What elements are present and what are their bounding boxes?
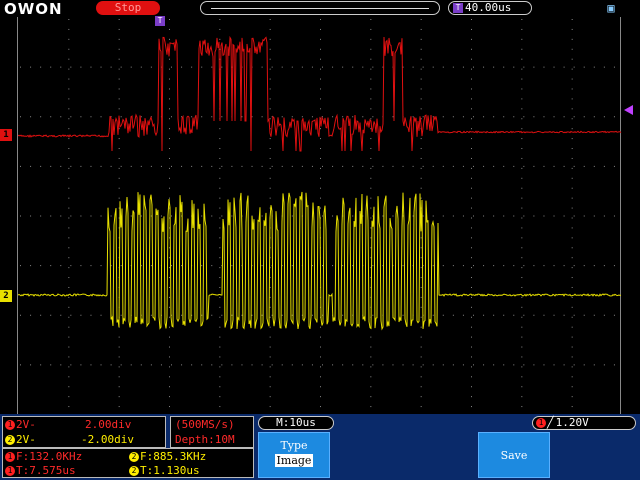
memory-depth: Depth:10M bbox=[175, 433, 235, 446]
trigger-settings[interactable]: 1 ╱ 1.20V bbox=[532, 416, 636, 430]
trigger-position-value: 40.00us bbox=[465, 1, 512, 14]
ch1-scale: 2.00div bbox=[85, 418, 132, 431]
trigger-level-value: 1.20V bbox=[555, 416, 589, 429]
ch2-scale: -2.00div bbox=[81, 433, 134, 446]
type-title: Type bbox=[280, 439, 308, 452]
trigger-position-marker[interactable]: T bbox=[155, 16, 165, 26]
trigger-level-arrow-icon[interactable] bbox=[624, 105, 633, 115]
waveform-traces bbox=[18, 35, 622, 331]
channel-settings-box: 1 2V- 2.00div 2 2V- -2.00div bbox=[2, 416, 166, 448]
brand-logo: OWON bbox=[4, 0, 63, 18]
memory-position-bar[interactable] bbox=[200, 1, 440, 15]
type-softkey[interactable]: Type Image bbox=[258, 432, 330, 478]
type-value: Image bbox=[274, 454, 314, 467]
ch2-period: 2 T:1.130us bbox=[129, 464, 200, 477]
sampling-info-box: (500MS/s) Depth:10M bbox=[170, 416, 254, 448]
memory-bar-line bbox=[211, 8, 429, 9]
ch1-trace bbox=[18, 35, 622, 152]
trigger-position-readout: T 40.00us bbox=[448, 1, 532, 15]
top-status-bar: OWON Stop T 40.00us ▣ bbox=[0, 0, 640, 18]
main-timebase[interactable]: M:10us bbox=[258, 416, 334, 430]
ch1-level-marker[interactable]: 1 bbox=[0, 129, 12, 141]
menu-square-icon[interactable]: ▣ bbox=[604, 1, 618, 15]
ch2-settings: 2 2V- bbox=[5, 433, 36, 446]
trigger-source-badge: 1 bbox=[536, 418, 546, 428]
measurement-box: 1 F:132.0KHz 2 F:885.3KHz 1 T:7.575us 2 T:1.… bbox=[2, 448, 254, 478]
trigger-time-icon: T bbox=[453, 3, 463, 13]
sample-rate: (500MS/s) bbox=[175, 418, 235, 431]
ch2-trace bbox=[18, 191, 622, 331]
ch2-frequency: 2 F:885.3KHz bbox=[129, 450, 206, 463]
ch1-settings: 1 2V- bbox=[5, 418, 36, 431]
rising-edge-icon: ╱ bbox=[547, 416, 554, 429]
run-stop-indicator[interactable]: Stop bbox=[96, 1, 160, 15]
ch1-period: 1 T:7.575us bbox=[5, 464, 76, 477]
ch1-frequency: 1 F:132.0KHz bbox=[5, 450, 82, 463]
ch2-level-marker[interactable]: 2 bbox=[0, 290, 12, 302]
save-softkey[interactable]: Save bbox=[478, 432, 550, 478]
waveform-display bbox=[17, 17, 622, 414]
